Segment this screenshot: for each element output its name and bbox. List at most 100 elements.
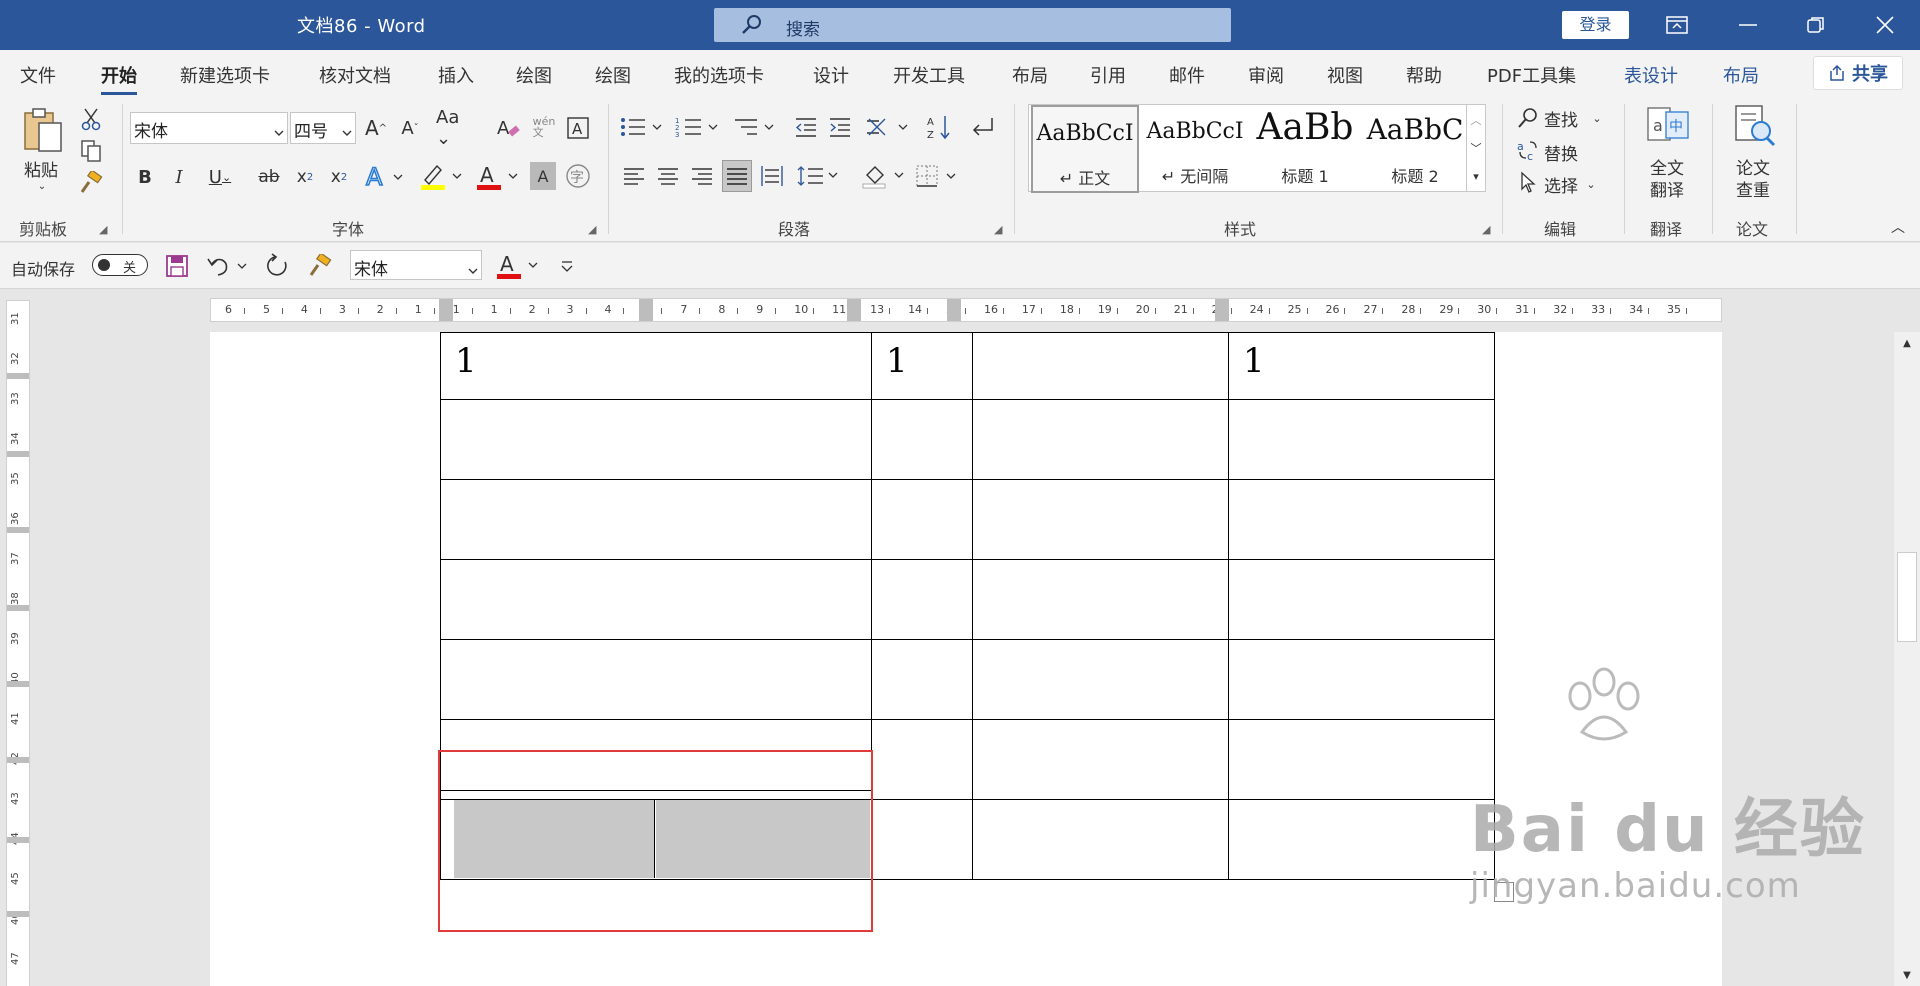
style-no-spacing[interactable]: AaBbCcI ↵ 无间隔 (1141, 105, 1249, 193)
paste-label[interactable]: 粘贴 (24, 156, 58, 181)
tab-check-document[interactable]: 核对文档 (319, 62, 391, 88)
increase-indent-icon[interactable] (826, 112, 854, 142)
character-border-icon[interactable]: A (564, 112, 592, 144)
table-cell[interactable] (871, 559, 973, 640)
ruler-row-marker[interactable] (7, 837, 29, 843)
justify-icon[interactable] (722, 160, 752, 192)
bullets-icon[interactable] (618, 112, 666, 142)
font-color-icon[interactable]: A (474, 162, 522, 192)
vertical-scrollbar[interactable]: ▲ ▼ (1894, 332, 1920, 986)
style-heading-1[interactable]: AaBb 标题 1 (1251, 105, 1359, 193)
tab-table-design[interactable]: 表设计 (1624, 62, 1678, 88)
decrease-indent-icon[interactable] (792, 112, 820, 142)
tab-new-tab[interactable]: 新建选项卡 (180, 62, 270, 88)
paper-check-label-2[interactable]: 查重 (1736, 176, 1770, 201)
change-case-icon[interactable]: Aa ⌄ (436, 107, 480, 149)
align-right-icon[interactable] (688, 162, 716, 190)
distributed-icon[interactable] (758, 162, 786, 190)
ruler-row-marker[interactable] (7, 911, 29, 917)
character-shading-icon[interactable]: A (530, 162, 556, 190)
ruler-row-marker[interactable] (7, 373, 29, 379)
table-cell[interactable] (1228, 639, 1495, 720)
format-painter-icon[interactable] (78, 170, 104, 196)
customize-qat-icon[interactable] (558, 255, 576, 277)
gallery-down-icon[interactable]: ﹀ (1469, 137, 1483, 159)
ruler-row-marker[interactable] (7, 681, 29, 687)
font-launcher-icon[interactable]: ◢ (588, 223, 596, 236)
full-translate-label-2[interactable]: 翻译 (1650, 176, 1684, 201)
tab-my-tab[interactable]: 我的选项卡 (674, 62, 764, 88)
highlight-color-icon[interactable] (418, 162, 466, 192)
redo-icon[interactable] (264, 253, 292, 279)
search-box[interactable]: 搜索 (714, 8, 1231, 42)
text-effects-icon[interactable]: A (364, 162, 408, 192)
scroll-down-icon[interactable]: ▼ (1898, 964, 1916, 986)
line-spacing-icon[interactable] (796, 162, 844, 190)
font-size-combo[interactable]: 四号 (290, 112, 356, 144)
chinese-layout-icon[interactable] (864, 112, 912, 142)
table-cell[interactable] (972, 719, 1229, 800)
tab-pdf-tools[interactable]: PDF工具集 (1487, 62, 1576, 88)
undo-icon[interactable] (206, 253, 250, 279)
table-cell[interactable] (972, 799, 1229, 880)
grow-font-icon[interactable]: A ^ (362, 112, 390, 144)
find-button[interactable]: 查找 (1544, 106, 1578, 131)
font-name-combo[interactable]: 宋体 (130, 112, 288, 144)
table-cell[interactable] (1228, 799, 1495, 880)
table-cell[interactable] (440, 639, 872, 720)
table-cell[interactable] (972, 559, 1229, 640)
copy-icon[interactable] (78, 138, 104, 164)
sort-icon[interactable]: AZ (926, 112, 956, 142)
strikethrough-icon[interactable]: ab (254, 162, 284, 192)
table-cell[interactable]: 1 (1228, 332, 1495, 400)
scrollbar-thumb[interactable] (1897, 552, 1917, 642)
table-cell[interactable] (972, 332, 1229, 400)
replace-icon[interactable]: ac (1516, 138, 1540, 162)
ruler-row-marker[interactable] (7, 527, 29, 533)
ruler-column-marker[interactable] (847, 299, 861, 321)
table-cell[interactable] (1228, 719, 1495, 800)
scroll-up-icon[interactable]: ▲ (1898, 332, 1916, 354)
paste-icon[interactable] (18, 106, 68, 154)
table-cell[interactable] (871, 479, 973, 560)
shrink-font-icon[interactable]: Aˇ (396, 112, 424, 144)
horizontal-ruler[interactable]: 6543211123457891011131451617181920212324… (210, 298, 1722, 322)
tab-file[interactable]: 文件 (20, 62, 56, 88)
ruler-row-marker[interactable] (7, 451, 29, 457)
tab-design[interactable]: 设计 (813, 62, 849, 88)
ribbon-display-options-icon[interactable] (1657, 8, 1697, 42)
show-formatting-marks-icon[interactable] (968, 112, 998, 142)
table-cell[interactable] (1228, 479, 1495, 560)
select-cursor-icon[interactable] (1516, 170, 1540, 194)
ruler-column-marker[interactable] (947, 299, 961, 321)
table-cell[interactable] (1228, 399, 1495, 480)
align-left-icon[interactable] (620, 162, 648, 190)
close-icon[interactable] (1865, 8, 1905, 42)
align-center-icon[interactable] (654, 162, 682, 190)
table-cell[interactable] (440, 399, 872, 480)
table-cell[interactable] (972, 639, 1229, 720)
table-cell[interactable] (871, 799, 973, 880)
table-cell[interactable] (440, 559, 872, 640)
tab-layout[interactable]: 布局 (1012, 62, 1048, 88)
ruler-column-marker[interactable] (1215, 299, 1229, 321)
find-dropdown-icon[interactable]: ⌄ (1590, 108, 1604, 128)
vertical-ruler[interactable]: 3132333435363738394041424344454647 (6, 300, 30, 986)
superscript-icon[interactable]: x2 (326, 162, 352, 192)
full-translate-icon[interactable]: a中 (1646, 104, 1690, 148)
ruler-row-marker[interactable] (7, 605, 29, 611)
collapse-ribbon-icon[interactable]: ︿ (1888, 218, 1908, 236)
gallery-up-icon[interactable]: ︿ (1469, 109, 1483, 131)
gallery-more-icon[interactable]: ▾ (1469, 165, 1483, 187)
replace-button[interactable]: 替换 (1544, 140, 1578, 165)
tab-mailings[interactable]: 邮件 (1169, 62, 1205, 88)
tab-draw-2[interactable]: 绘图 (595, 62, 631, 88)
clear-formatting-icon[interactable]: A (494, 112, 522, 144)
restore-icon[interactable] (1796, 8, 1836, 42)
bold-icon[interactable]: B (132, 162, 158, 192)
tab-draw-1[interactable]: 绘图 (516, 62, 552, 88)
tab-developer[interactable]: 开发工具 (893, 62, 965, 88)
table-cell[interactable] (972, 479, 1229, 560)
ruler-row-marker[interactable] (7, 757, 29, 763)
table-cell[interactable]: 1 (440, 332, 872, 400)
